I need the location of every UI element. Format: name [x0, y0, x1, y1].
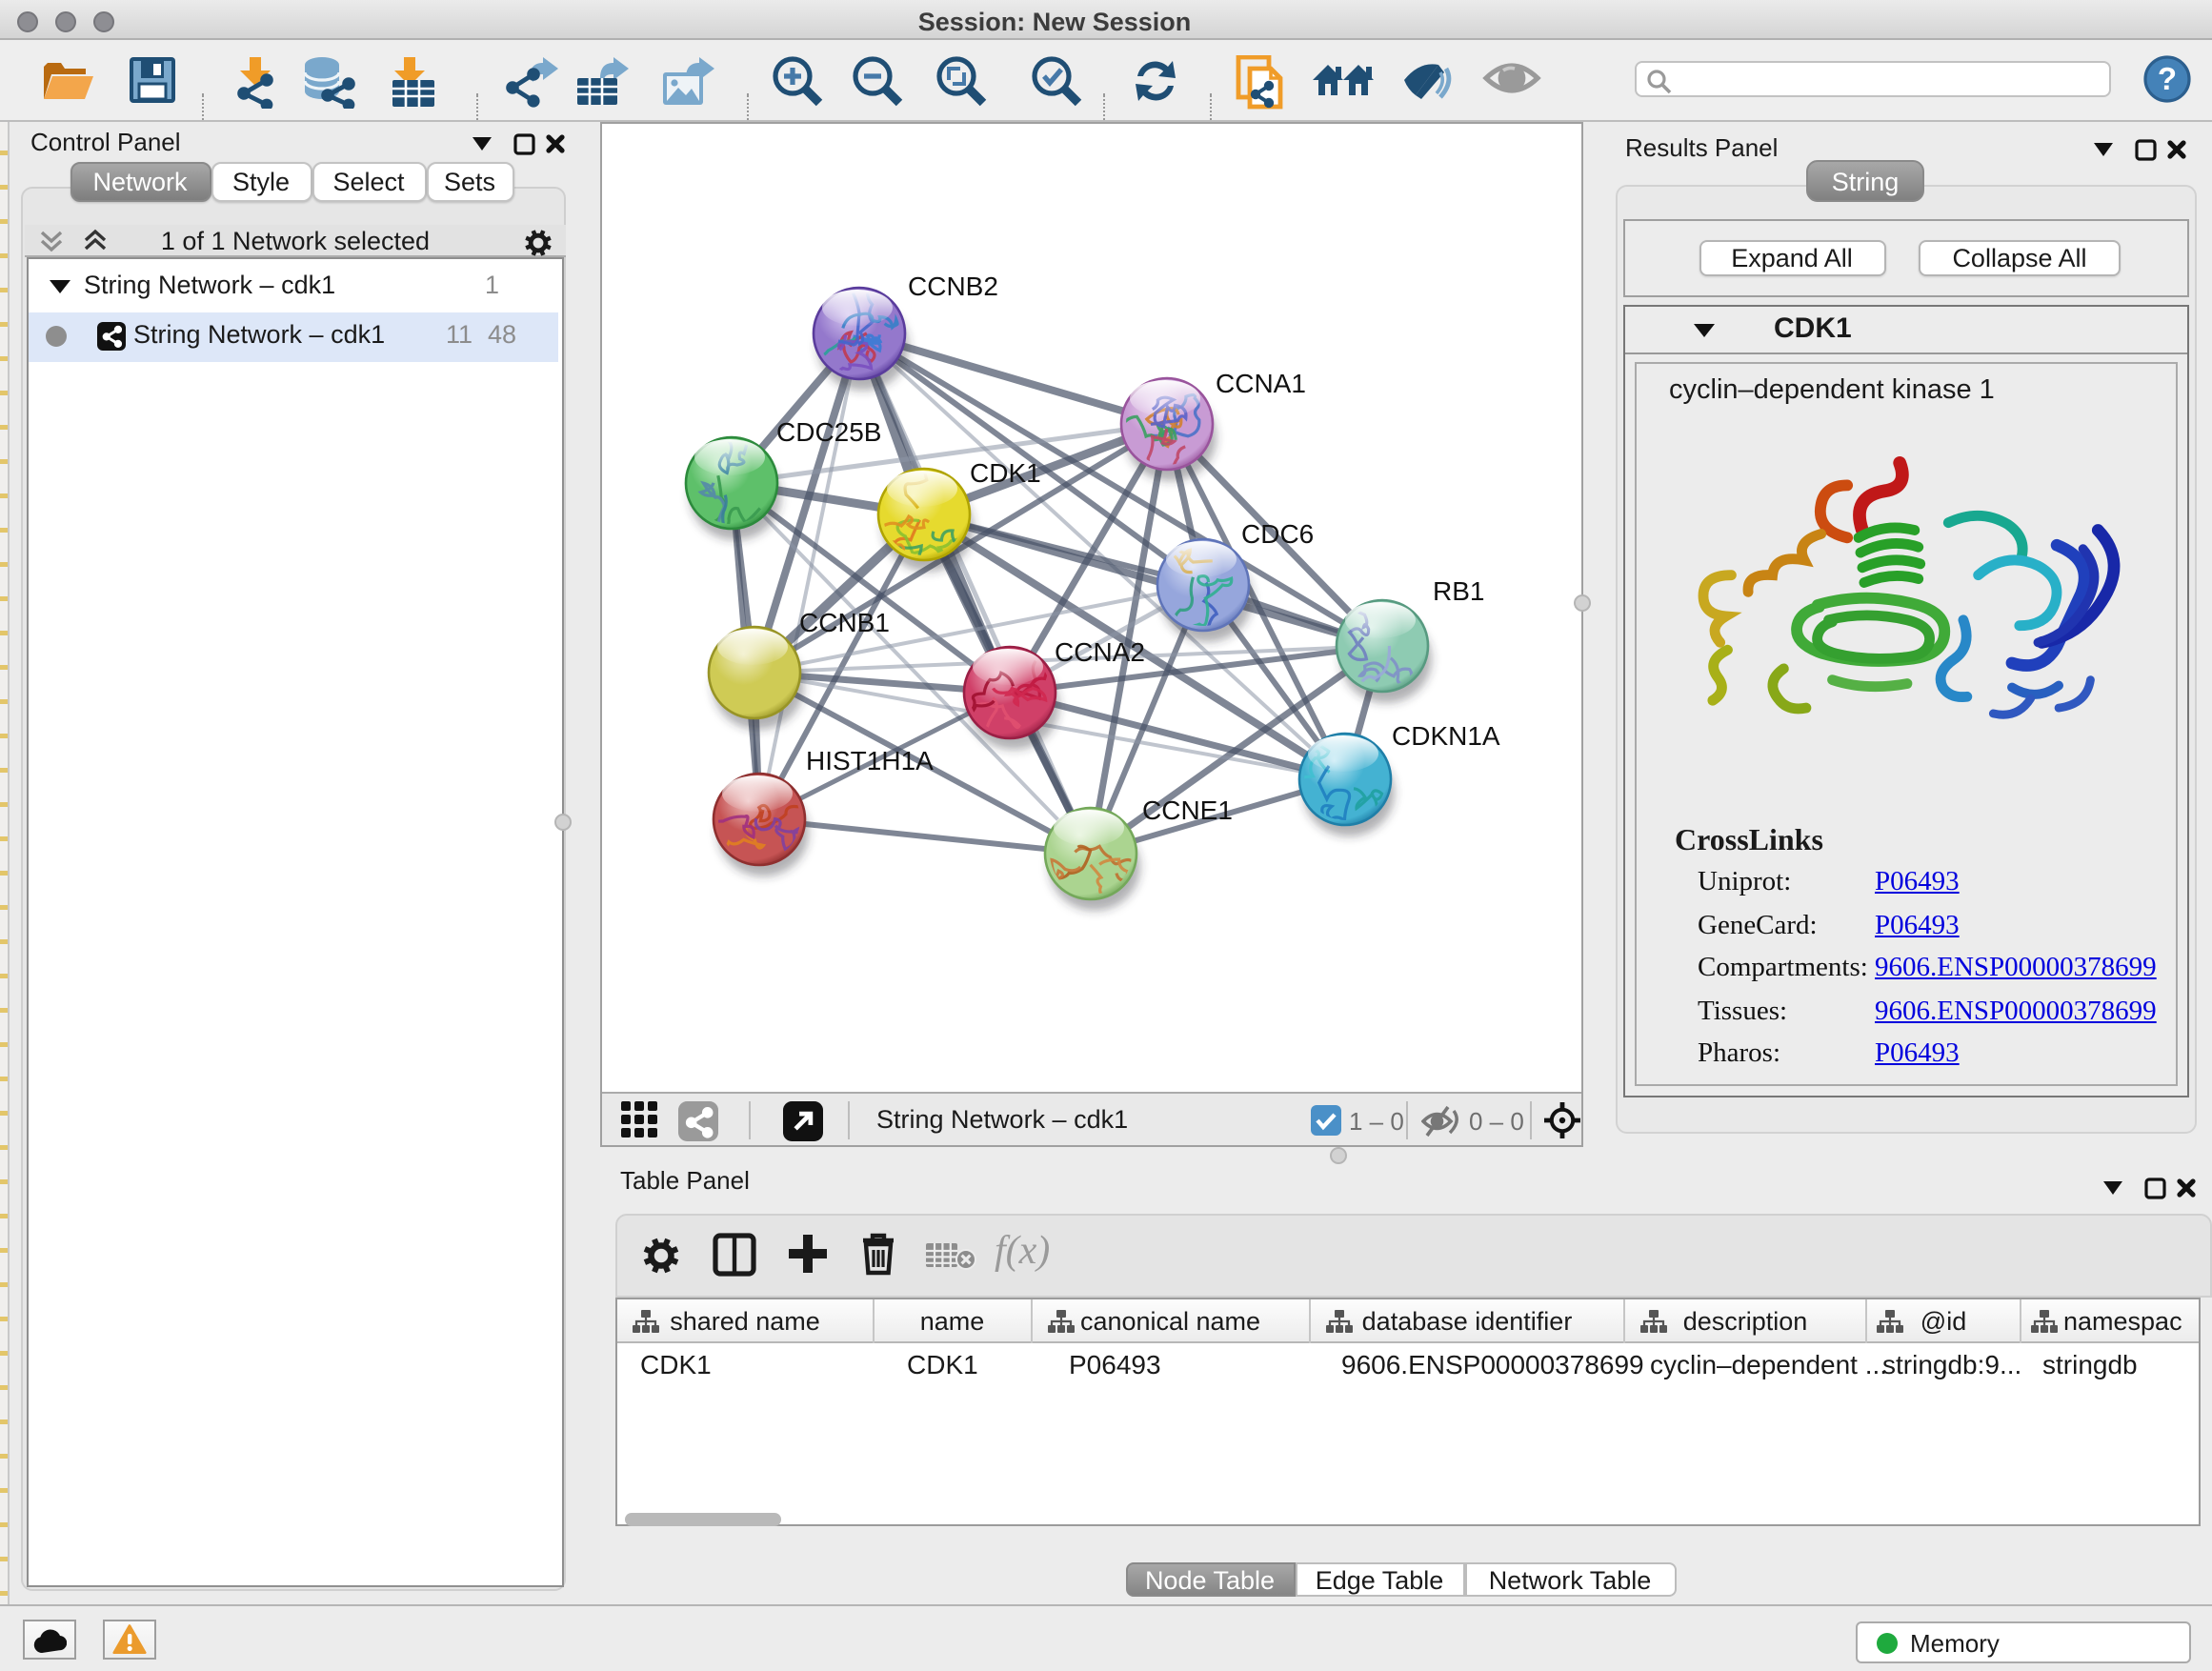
- svg-text:CCNB2: CCNB2: [908, 272, 998, 301]
- svg-text:CCNB1: CCNB1: [799, 608, 890, 637]
- svg-text:CDC6: CDC6: [1241, 519, 1314, 549]
- svg-text:CDKN1A: CDKN1A: [1392, 721, 1500, 751]
- svg-text:CDK1: CDK1: [970, 458, 1041, 488]
- svg-text:CCNE1: CCNE1: [1142, 795, 1233, 825]
- svg-text:CCNA1: CCNA1: [1216, 369, 1306, 398]
- svg-text:CDC25B: CDC25B: [776, 417, 881, 447]
- svg-text:HIST1H1A: HIST1H1A: [806, 746, 934, 775]
- svg-text:RB1: RB1: [1433, 576, 1484, 606]
- svg-text:CCNA2: CCNA2: [1055, 637, 1145, 667]
- svg-text:?: ?: [2158, 60, 2177, 95]
